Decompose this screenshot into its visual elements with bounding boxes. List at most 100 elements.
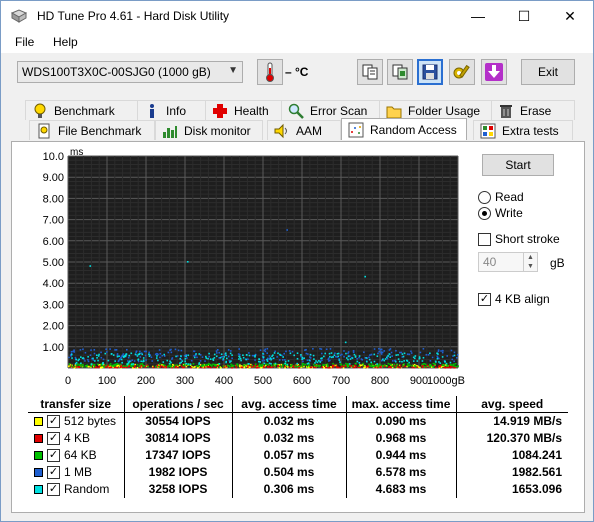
copy-screenshot-button[interactable] bbox=[387, 59, 413, 85]
write-radio[interactable]: Write bbox=[478, 206, 523, 220]
chart-point bbox=[368, 358, 371, 361]
title-bar[interactable]: HD Tune Pro 4.61 - Hard Disk Utility — ☐… bbox=[1, 1, 593, 31]
chart-point bbox=[226, 364, 229, 367]
chart-point bbox=[440, 350, 442, 352]
short-stroke-checkbox[interactable]: Short stroke bbox=[478, 232, 560, 246]
chart-point bbox=[193, 366, 195, 369]
short-stroke-box[interactable] bbox=[478, 232, 491, 246]
y-tick-label: 10.0 bbox=[43, 151, 64, 163]
chart-point bbox=[354, 362, 357, 365]
access-time-chart: 10.0 9.00 8.00 7.00 6.00 5.00 4.00 3.00 2.00 1.00… bbox=[28, 144, 468, 394]
chart-point bbox=[282, 364, 284, 366]
transfer-size-cell[interactable]: ✓ 4 KB bbox=[28, 429, 125, 447]
tab-folder-usage[interactable]: Folder Usage bbox=[379, 100, 497, 120]
maximize-button[interactable]: ☐ bbox=[501, 1, 547, 31]
chart-point bbox=[106, 351, 108, 353]
menu-help[interactable]: Help bbox=[53, 35, 78, 49]
tab-file-benchmark[interactable]: File Benchmark bbox=[29, 120, 155, 140]
series-checkbox[interactable]: ✓ bbox=[47, 466, 60, 480]
read-radio-dot[interactable] bbox=[478, 190, 491, 204]
chart-point bbox=[391, 365, 394, 368]
chart-point bbox=[376, 355, 379, 358]
chart-point bbox=[352, 366, 355, 369]
series-checkbox[interactable]: ✓ bbox=[47, 449, 60, 463]
tab-extra-tests[interactable]: Extra tests bbox=[473, 120, 573, 140]
chart-point bbox=[176, 364, 178, 366]
download-arrow-icon bbox=[485, 63, 503, 81]
col-transfer-size: transfer size bbox=[28, 396, 125, 413]
transfer-size-cell[interactable]: ✓ Random bbox=[28, 480, 125, 498]
transfer-size-cell[interactable]: ✓ 512 bytes bbox=[28, 412, 125, 430]
series-checkbox[interactable]: ✓ bbox=[47, 415, 60, 429]
tab-aam[interactable]: AAM bbox=[267, 120, 341, 140]
info-icon bbox=[150, 103, 154, 118]
chart-point bbox=[313, 363, 315, 366]
chart-point bbox=[269, 366, 272, 369]
chart-point bbox=[235, 366, 238, 369]
write-radio-dot[interactable] bbox=[478, 206, 491, 220]
tab-info[interactable]: Info bbox=[137, 100, 211, 120]
start-button[interactable]: Start bbox=[482, 154, 554, 176]
menu-file[interactable]: File bbox=[15, 35, 34, 49]
chart-point bbox=[181, 365, 183, 368]
short-stroke-stepper[interactable]: 40 ▲ ▼ bbox=[478, 252, 538, 272]
align-4kb-checkbox[interactable]: ✓ 4 KB align bbox=[478, 292, 550, 306]
tab-random-access[interactable]: Random Access bbox=[341, 118, 467, 140]
chart-point bbox=[376, 363, 378, 365]
chart-point bbox=[373, 360, 376, 363]
series-checkbox[interactable]: ✓ bbox=[47, 483, 60, 497]
chart-point bbox=[443, 366, 445, 369]
chart-point bbox=[266, 352, 268, 354]
tab-erase[interactable]: Erase bbox=[491, 100, 575, 120]
read-radio[interactable]: Read bbox=[478, 190, 524, 204]
chart-point bbox=[432, 362, 435, 365]
exit-button[interactable]: Exit bbox=[521, 59, 575, 85]
thermometer-button[interactable] bbox=[257, 59, 283, 85]
chart-point bbox=[116, 363, 119, 365]
col-avg-speed: avg. speed bbox=[456, 396, 568, 413]
chart-point bbox=[104, 352, 107, 355]
chart-point bbox=[185, 365, 188, 368]
avg-access-cell: 0.306 ms bbox=[232, 480, 347, 498]
drive-select[interactable]: WDS100T3X0C-00SJG0 (1000 gB) ▼ bbox=[17, 61, 243, 83]
chart-point bbox=[266, 347, 269, 350]
chart-point bbox=[284, 359, 286, 361]
chart-point bbox=[291, 364, 293, 366]
series-checkbox[interactable]: ✓ bbox=[47, 432, 60, 446]
copy-info-button[interactable] bbox=[357, 59, 383, 85]
chart-point bbox=[145, 359, 147, 361]
chart-point bbox=[386, 365, 389, 367]
chart-point bbox=[430, 366, 433, 368]
results-header-row: transfer size operations / sec avg. acce… bbox=[28, 396, 568, 413]
chart-point bbox=[350, 365, 353, 367]
transfer-size-cell[interactable]: ✓ 1 MB bbox=[28, 463, 125, 481]
chart-point bbox=[145, 350, 147, 353]
y-tick-label: 6.00 bbox=[43, 236, 64, 248]
close-button[interactable]: ✕ bbox=[547, 1, 593, 31]
chart-point bbox=[337, 366, 339, 369]
chart-point bbox=[157, 365, 160, 368]
minimize-button[interactable]: — bbox=[455, 1, 501, 31]
tab-health[interactable]: Health bbox=[205, 100, 287, 120]
chart-point bbox=[207, 363, 210, 366]
save-button[interactable] bbox=[417, 59, 443, 85]
chart-point bbox=[326, 363, 329, 366]
chart-point bbox=[368, 356, 370, 359]
chart-point bbox=[422, 348, 425, 350]
transfer-size-cell[interactable]: ✓ 64 KB bbox=[28, 446, 125, 464]
chart-point bbox=[197, 365, 199, 367]
chart-point bbox=[370, 353, 373, 356]
tab-error-scan[interactable]: Error Scan bbox=[281, 100, 383, 120]
chart-point bbox=[318, 359, 320, 362]
table-row: ✓ 1 MB 1982 IOPS 0.504 ms 6.578 ms 1982.561 bbox=[28, 463, 568, 481]
download-button[interactable] bbox=[481, 59, 507, 85]
chart-point bbox=[203, 366, 206, 369]
chart-point bbox=[320, 348, 323, 350]
chart-point bbox=[236, 363, 239, 366]
options-button[interactable] bbox=[449, 59, 475, 85]
stepper-arrows-icon[interactable]: ▲ ▼ bbox=[523, 253, 537, 271]
tab-benchmark[interactable]: Benchmark bbox=[25, 100, 143, 120]
align-4kb-box[interactable]: ✓ bbox=[478, 292, 491, 306]
chart-point bbox=[217, 364, 219, 367]
tab-disk-monitor[interactable]: Disk monitor bbox=[155, 120, 263, 140]
